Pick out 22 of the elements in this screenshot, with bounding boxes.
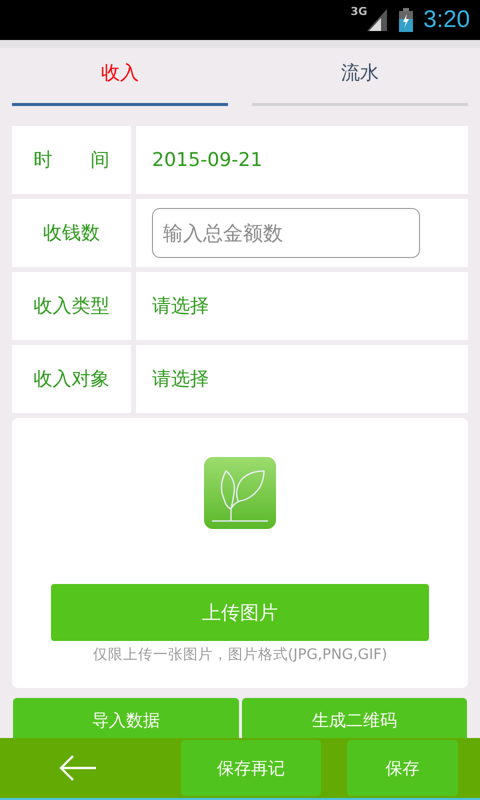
action-button[interactable]: 导入数据 (13, 698, 238, 738)
tab[interactable]: 收入 (12, 56, 228, 106)
field-label: 收钱数 (43, 221, 100, 246)
date-value[interactable]: 2015-09-21 (152, 149, 262, 171)
save-button[interactable]: 保存 (346, 740, 458, 796)
field-label: 收入对象 (34, 367, 110, 392)
action-button[interactable]: 生成二维码 (242, 698, 467, 738)
select-option[interactable]: 请选择 (152, 366, 209, 392)
clock-time: 3:20 (423, 6, 470, 34)
upload-hint: 仅限上传一张图片，图片格式(JPG,PNG,GIF) (92, 646, 388, 664)
battery-charging-icon (399, 8, 414, 32)
save-and-continue-button[interactable]: 保存再记 (181, 740, 321, 796)
tab[interactable]: 流水 (252, 56, 468, 106)
field-label: 时 间 (34, 148, 110, 173)
amount-input-field[interactable]: 输入总金额数 (152, 208, 420, 258)
field-label: 收入类型 (34, 294, 110, 319)
signal-icon (367, 9, 388, 31)
plant-sprout-icon[interactable] (204, 457, 276, 529)
upload-image-button[interactable]: 上传图片 (51, 584, 429, 641)
select-option[interactable]: 请选择 (152, 293, 209, 319)
back-arrow-icon[interactable] (58, 754, 98, 782)
network-type: 3G (350, 5, 368, 18)
